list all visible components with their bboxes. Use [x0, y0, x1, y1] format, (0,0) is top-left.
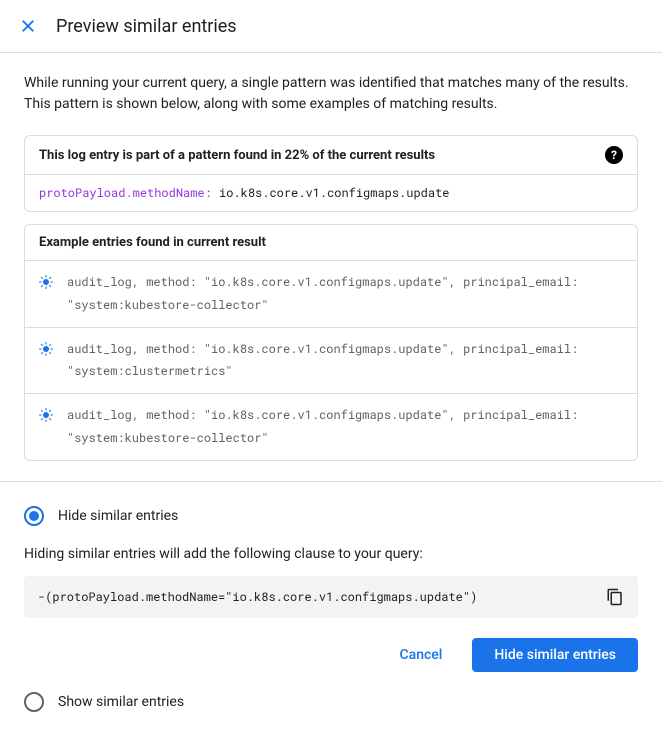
radio-icon — [24, 692, 44, 712]
radio-show-similar[interactable]: Show similar entries — [24, 692, 638, 712]
example-row[interactable]: audit_log, method: "io.k8s.core.v1.confi… — [25, 328, 637, 395]
example-row[interactable]: audit_log, method: "io.k8s.core.v1.confi… — [25, 394, 637, 460]
pattern-key: protoPayload.methodName: — [39, 185, 212, 201]
pattern-code: protoPayload.methodName: io.k8s.core.v1.… — [25, 175, 637, 211]
hide-description: Hiding similar entries will add the foll… — [24, 546, 638, 562]
pattern-box: This log entry is part of a pattern foun… — [24, 135, 638, 212]
radio-label: Show similar entries — [58, 694, 184, 710]
help-icon[interactable]: ? — [605, 146, 623, 164]
pattern-header-text: This log entry is part of a pattern foun… — [39, 148, 435, 163]
pattern-value: io.k8s.core.v1.configmaps.update — [219, 185, 449, 201]
button-row: Cancel Hide similar entries — [24, 638, 638, 672]
options-section: Hide similar entries Hiding similar entr… — [0, 481, 662, 736]
cancel-button[interactable]: Cancel — [378, 638, 465, 672]
entry-text: audit_log, method: "io.k8s.core.v1.confi… — [67, 338, 623, 384]
intro-text: While running your current query, a sing… — [24, 73, 638, 115]
radio-icon — [24, 506, 44, 526]
example-row[interactable]: audit_log, method: "io.k8s.core.v1.confi… — [25, 261, 637, 328]
dialog-title: Preview similar entries — [56, 16, 237, 37]
log-entry-icon — [39, 408, 53, 422]
clause-text: -(protoPayload.methodName="io.k8s.core.v… — [38, 589, 477, 605]
copy-icon[interactable] — [606, 588, 624, 606]
examples-header: Example entries found in current result — [25, 225, 637, 261]
clause-box: -(protoPayload.methodName="io.k8s.core.v… — [24, 576, 638, 618]
examples-box: Example entries found in current result … — [24, 224, 638, 461]
pattern-header-row: This log entry is part of a pattern foun… — [25, 136, 637, 175]
dialog-body: While running your current query, a sing… — [0, 53, 662, 481]
dialog-header: Preview similar entries — [0, 0, 662, 53]
radio-hide-similar[interactable]: Hide similar entries — [24, 506, 638, 526]
entry-text: audit_log, method: "io.k8s.core.v1.confi… — [67, 271, 623, 317]
log-entry-icon — [39, 275, 53, 289]
entry-text: audit_log, method: "io.k8s.core.v1.confi… — [67, 404, 623, 450]
close-icon[interactable] — [16, 14, 40, 38]
hide-similar-button[interactable]: Hide similar entries — [472, 638, 638, 672]
log-entry-icon — [39, 342, 53, 356]
radio-label: Hide similar entries — [58, 508, 178, 524]
